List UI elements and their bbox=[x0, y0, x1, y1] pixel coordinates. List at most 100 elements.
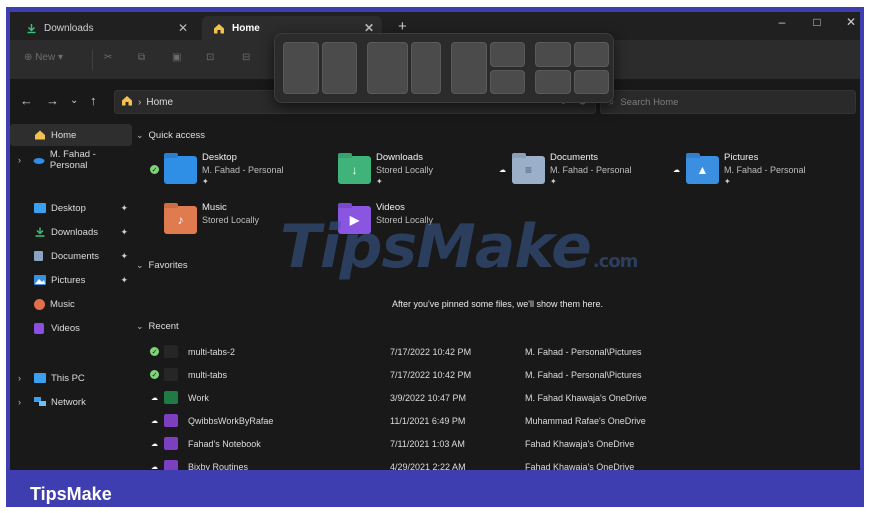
tile-subtitle: M. Fahad - Personal bbox=[550, 165, 632, 175]
snap-zone[interactable] bbox=[321, 42, 357, 94]
sidebar-item-documents[interactable]: Documents ✦ bbox=[10, 245, 132, 267]
snap-layout-quadrants[interactable] bbox=[535, 42, 609, 94]
file-location: Fahad Khawaja's OneDrive bbox=[525, 439, 635, 449]
favorites-header[interactable]: ⌄ Favorites bbox=[136, 260, 188, 271]
snap-zone[interactable] bbox=[283, 42, 319, 94]
quick-access-desktop[interactable]: ✓ Desktop M. Fahad - Personal ✦ bbox=[150, 152, 320, 194]
quick-access-documents[interactable]: ☁ ≡ Documents M. Fahad - Personal ✦ bbox=[498, 152, 668, 194]
table-row[interactable]: ✓ multi-tabs-2 7/17/2022 10:42 PM M. Fah… bbox=[136, 341, 860, 363]
sidebar-item-pictures[interactable]: Pictures ✦ bbox=[10, 269, 132, 291]
snap-zone[interactable] bbox=[573, 42, 609, 67]
chevron-right-icon[interactable]: › bbox=[18, 373, 21, 383]
table-row[interactable]: ☁ Work 3/9/2022 10:47 PM M. Fahad Khawaj… bbox=[136, 387, 860, 409]
file-date: 11/1/2021 6:49 PM bbox=[390, 416, 466, 426]
quick-access-header[interactable]: ⌄ Quick access bbox=[136, 130, 205, 141]
paste-icon[interactable]: ▣ bbox=[172, 52, 181, 63]
synced-check-icon: ✓ bbox=[150, 347, 159, 356]
sidebar-item-home[interactable]: Home bbox=[10, 124, 132, 146]
copy-icon[interactable]: ⧉ bbox=[138, 52, 145, 63]
section-title: Recent bbox=[148, 321, 179, 332]
cloud-icon: ☁ bbox=[151, 417, 158, 425]
tile-name: Downloads bbox=[376, 152, 423, 163]
file-name: Work bbox=[188, 393, 209, 403]
section-title: Favorites bbox=[148, 260, 188, 271]
desktop-folder-icon bbox=[34, 203, 46, 213]
pin-icon: ✦ bbox=[724, 177, 731, 186]
file-date: 7/11/2021 1:03 AM bbox=[390, 439, 465, 449]
snap-layout-left-stack[interactable] bbox=[451, 42, 525, 94]
snap-zone[interactable] bbox=[451, 42, 487, 94]
snap-zone[interactable] bbox=[489, 42, 525, 67]
sidebar-item-this-pc[interactable]: › This PC bbox=[10, 367, 132, 389]
file-name: Bixby Routines bbox=[188, 462, 249, 470]
excel-file-icon bbox=[164, 391, 178, 404]
quick-access-downloads[interactable]: ↓ Downloads Stored Locally ✦ bbox=[324, 152, 494, 194]
sidebar-item-label: Home bbox=[51, 129, 77, 141]
sidebar-item-videos[interactable]: Videos bbox=[10, 317, 132, 339]
recent-header[interactable]: ⌄ Recent bbox=[136, 321, 179, 332]
chevron-right-icon[interactable]: › bbox=[18, 155, 21, 165]
tab-label: Downloads bbox=[44, 22, 94, 34]
chevron-down-icon: ⌄ bbox=[136, 130, 144, 140]
recent-locations-button[interactable]: ⌄ bbox=[70, 95, 78, 106]
forward-button[interactable]: → bbox=[46, 93, 59, 108]
snap-zone[interactable] bbox=[535, 42, 571, 67]
snap-zone[interactable] bbox=[489, 69, 525, 94]
network-icon bbox=[34, 397, 46, 407]
videos-icon bbox=[34, 322, 44, 334]
table-row[interactable]: ☁ Fahad's Notebook 7/11/2021 1:03 AM Fah… bbox=[136, 433, 860, 455]
sidebar-item-desktop[interactable]: Desktop ✦ bbox=[10, 197, 132, 219]
pin-icon: ✦ bbox=[120, 226, 128, 237]
tab-downloads[interactable]: Downloads ✕ bbox=[14, 16, 196, 40]
snap-zone[interactable] bbox=[573, 69, 609, 94]
sidebar-item-label: Videos bbox=[51, 322, 80, 334]
music-folder-icon: ♪ bbox=[164, 203, 197, 234]
home-icon bbox=[34, 130, 46, 140]
sidebar-item-music[interactable]: Music bbox=[10, 293, 132, 315]
breadcrumb-home[interactable]: Home bbox=[146, 97, 173, 108]
snap-layout-halves[interactable] bbox=[283, 42, 357, 94]
cloud-icon: ☁ bbox=[499, 166, 506, 174]
section-title: Quick access bbox=[148, 130, 206, 141]
cloud-icon: ☁ bbox=[673, 166, 680, 174]
minimize-button[interactable]: – bbox=[767, 15, 797, 29]
file-location: M. Fahad Khawaja's OneDrive bbox=[525, 393, 647, 403]
snap-layout-two-thirds[interactable] bbox=[367, 42, 441, 94]
back-button[interactable]: ← bbox=[20, 93, 33, 108]
pin-icon: ✦ bbox=[550, 177, 557, 186]
table-row[interactable]: ☁ Bixby Routines 4/29/2021 2:22 AM Fahad… bbox=[136, 456, 860, 470]
snap-zone[interactable] bbox=[367, 42, 409, 94]
file-date: 7/17/2022 10:42 PM bbox=[390, 347, 472, 357]
sidebar-item-network[interactable]: › Network bbox=[10, 391, 132, 413]
sidebar-item-downloads[interactable]: Downloads ✦ bbox=[10, 221, 132, 243]
cloud-icon: ☁ bbox=[151, 463, 158, 471]
watermark-text: TipsMake bbox=[280, 212, 592, 282]
search-box[interactable]: ⌕ Search Home bbox=[600, 90, 856, 114]
tile-name: Desktop bbox=[202, 152, 237, 163]
up-button[interactable]: ↑ bbox=[90, 93, 97, 108]
tile-subtitle: Stored Locally bbox=[202, 215, 260, 225]
quick-access-pictures[interactable]: ☁ ▲ Pictures M. Fahad - Personal ✦ bbox=[672, 152, 842, 194]
sidebar-item-onedrive[interactable]: › M. Fahad - Personal bbox=[10, 149, 132, 171]
close-tab-icon[interactable]: ✕ bbox=[178, 21, 188, 35]
file-name: multi-tabs bbox=[188, 370, 228, 380]
new-button[interactable]: ⊕ New ▾ bbox=[24, 52, 63, 63]
maximize-button[interactable]: □ bbox=[802, 15, 832, 29]
snap-zone[interactable] bbox=[535, 69, 571, 94]
cut-icon[interactable]: ✂ bbox=[104, 52, 112, 63]
new-label: New bbox=[35, 52, 56, 63]
desktop-folder-icon bbox=[164, 153, 197, 184]
rename-icon[interactable]: ⊡ bbox=[206, 52, 214, 63]
sidebar-item-label: Music bbox=[50, 298, 75, 310]
file-location: M. Fahad - Personal\Pictures bbox=[525, 370, 642, 380]
pictures-icon bbox=[34, 275, 46, 285]
close-window-button[interactable]: ✕ bbox=[836, 15, 860, 29]
file-date: 3/9/2022 10:47 PM bbox=[390, 393, 467, 403]
onenote-file-icon bbox=[164, 460, 178, 470]
snap-zone[interactable] bbox=[411, 42, 441, 94]
chevron-right-icon[interactable]: › bbox=[18, 397, 21, 407]
documents-folder-icon: ≡ bbox=[512, 153, 545, 184]
share-icon[interactable]: ⊟ bbox=[242, 52, 250, 63]
table-row[interactable]: ✓ multi-tabs 7/17/2022 10:42 PM M. Fahad… bbox=[136, 364, 860, 386]
table-row[interactable]: ☁ QwibbsWorkByRafae 11/1/2021 6:49 PM Mu… bbox=[136, 410, 860, 432]
